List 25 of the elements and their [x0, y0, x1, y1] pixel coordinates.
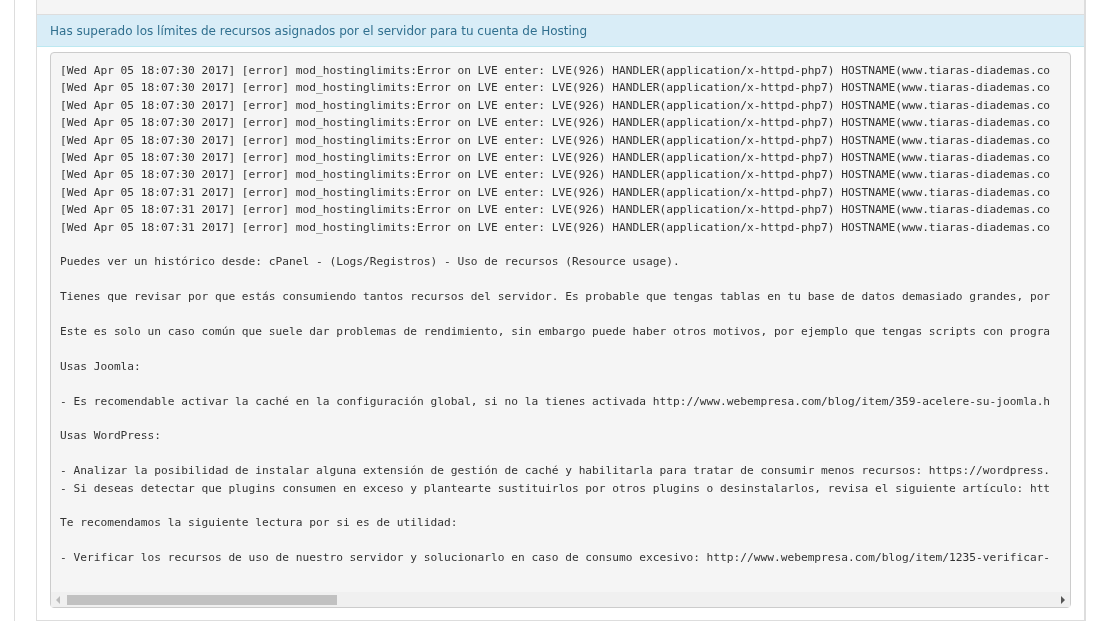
text-line: [Wed Apr 05 18:07:30 2017] [error] mod_hostinglimits:Error on LVE enter: LVE(926) HANDLER(application/x-httpd-php7) HOSTNAME(www.tiaras-diademas.co [60, 150, 1051, 167]
text-line: [Wed Apr 05 18:07:30 2017] [error] mod_hostinglimits:Error on LVE enter: LVE(926) HANDLER(application/x-httpd-php7) HOSTNAME(www.tiaras-diademas.co [60, 80, 1051, 97]
text-line: Usas WordPress: [60, 428, 162, 445]
text-line: Puedes ver un histórico desde: cPanel - (Logs/Registros) - Uso de recursos (Resource usage). [60, 254, 680, 271]
text-line: - Verificar los recursos de uso de nuestro servidor y solucionarlo en caso de consumo excesivo: http://www.webempresa.com/blog/item/1235-verificar- [60, 550, 1051, 567]
text-line: [Wed Apr 05 18:07:31 2017] [error] mod_hostinglimits:Error on LVE enter: LVE(926) HANDLER(application/x-httpd-php7) HOSTNAME(www.tiaras-diademas.co [60, 202, 1051, 219]
alert-text: Has superado los límites de recursos asignados por el servidor para tu cuenta de Hosting [50, 24, 588, 38]
scroll-left-icon[interactable] [55, 595, 61, 604]
text-line: [Wed Apr 05 18:07:31 2017] [error] mod_hostinglimits:Error on LVE enter: LVE(926) HANDLER(application/x-httpd-php7) HOSTNAME(www.tiaras-diademas.co [60, 184, 1051, 201]
text-line: [Wed Apr 05 18:07:30 2017] [error] mod_hostinglimits:Error on LVE enter: LVE(926) HANDLER(application/x-httpd-php7) HOSTNAME(www.tiaras-diademas.co [60, 63, 1051, 79]
text-line: [Wed Apr 05 18:07:31 2017] [error] mod_hostinglimits:Error on LVE enter: LVE(926) HANDLER(application/x-httpd-php7) HOSTNAME(www.tiaras-diademas.co [60, 219, 1051, 236]
scrollbar-thumb[interactable] [67, 594, 337, 605]
text-line: [Wed Apr 05 18:07:30 2017] [error] mod_hostinglimits:Error on LVE enter: LVE(926) HANDLER(application/x-httpd-php7) HOSTNAME(www.tiaras-diademas.co [60, 132, 1051, 149]
text-line: Te recomendamos la siguiente lectura por si es de utilidad: [60, 515, 458, 532]
horizontal-scrollbar[interactable] [51, 592, 1070, 607]
text-line: Usas Joomla: [60, 358, 141, 375]
text-line: - Analizar la posibilidad de instalar alguna extensión de gestión de caché y habilitarla para tratar de consumir menos recursos: https://wordpress. [60, 463, 1051, 480]
text-line: - Es recomendable activar la caché en la configuración global, si no la tienes activada http://www.webempresa.com/blog/item/359-acelere-su-joomla.h [60, 393, 1051, 410]
text-line: - Si deseas detectar que plugins consumen en exceso y plantearte sustituirlos por otros plugins o desinstalarlos, revisa el siguiente artículo: htt [60, 480, 1051, 497]
text-line: [Wed Apr 05 18:07:30 2017] [error] mod_hostinglimits:Error on LVE enter: LVE(926) HANDLER(application/x-httpd-php7) HOSTNAME(www.tiaras-diademas.co [60, 167, 1051, 184]
scroll-right-icon[interactable] [1060, 595, 1066, 604]
text-line: [Wed Apr 05 18:07:30 2017] [error] mod_hostinglimits:Error on LVE enter: LVE(926) HANDLER(application/x-httpd-php7) HOSTNAME(www.tiaras-diademas.co [60, 97, 1051, 114]
text-line: [Wed Apr 05 18:07:30 2017] [error] mod_hostinglimits:Error on LVE enter: LVE(926) HANDLER(application/x-httpd-php7) HOSTNAME(www.tiaras-diademas.co [60, 115, 1051, 132]
text-line: Este es solo un caso común que suele dar problemas de rendimiento, sin embargo puede haber otros motivos, por ejemplo que tengas scripts con progra [60, 324, 1051, 341]
text-line: Tienes que revisar por que estás consumiendo tantos recursos del servidor. Es probable que tengas tablas en tu base de datos demasiado grandes, por [60, 289, 1051, 306]
